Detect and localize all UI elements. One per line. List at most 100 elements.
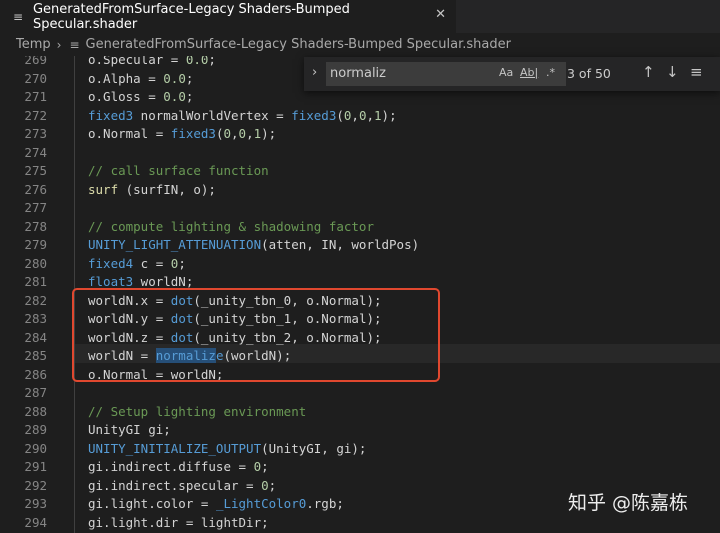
code-token: ; <box>178 255 186 271</box>
breadcrumb: Temp › ≡ GeneratedFromSurface-Legacy Sha… <box>0 33 720 56</box>
code-line[interactable]: 273 o.Normal = fixed3(0,0,1); <box>0 125 720 144</box>
tab-bar: ≡ GeneratedFromSurface-Legacy Shaders-Bu… <box>0 0 720 33</box>
line-number: 291 <box>24 459 47 474</box>
code-token: gi.light.dir = lightDir; <box>88 514 269 530</box>
code-token: fixed3 <box>291 107 337 123</box>
code-token: , <box>231 126 239 141</box>
code-line[interactable]: 289 UnityGI gi; <box>0 421 720 440</box>
code-text: fixed3 normalWorldVertex = fixed3(0,0,1)… <box>88 107 397 126</box>
line-number: 277 <box>24 200 47 215</box>
line-number: 289 <box>24 422 47 437</box>
line-number: 269 <box>24 56 47 67</box>
line-number: 271 <box>24 89 47 104</box>
code-text: // call surface function <box>88 162 269 181</box>
code-token: , <box>246 126 254 141</box>
code-token: fixed3 <box>88 107 134 123</box>
code-token: ); <box>261 126 277 141</box>
code-token: 0 <box>261 477 269 493</box>
code-text: o.Specular = 0.0; <box>88 56 216 70</box>
breadcrumb-file[interactable]: GeneratedFromSurface-Legacy Shaders-Bump… <box>86 37 511 52</box>
tab-title: GeneratedFromSurface-Legacy Shaders-Bump… <box>32 1 350 32</box>
code-token: ; <box>268 477 277 493</box>
code-line[interactable]: 272 fixed3 normalWorldVertex = fixed3(0,0… <box>0 107 720 126</box>
code-token: fixed4 <box>88 255 134 271</box>
code-token: // Setup lighting environment <box>88 403 307 419</box>
code-token: 0.0 <box>163 70 186 86</box>
code-token: gi.indirect.specular = <box>88 477 262 493</box>
code-token: ; <box>185 89 194 104</box>
line-number: 282 <box>24 292 47 308</box>
code-token: _LightColor0 <box>215 496 307 511</box>
code-line[interactable]: 276 surf (surfIN, o); <box>0 181 720 200</box>
annotation-box <box>72 288 440 382</box>
code-text: UnityGI gi; <box>88 421 171 440</box>
match-case-icon[interactable]: Aa <box>499 66 513 79</box>
code-token: float3 <box>88 274 134 289</box>
code-token: ; <box>208 56 216 67</box>
file-lines-icon: ≡ <box>13 9 24 24</box>
code-line[interactable]: 291 gi.indirect.diffuse = 0; <box>0 458 720 477</box>
code-token: , <box>351 107 359 123</box>
editor-tab[interactable]: ≡ GeneratedFromSurface-Legacy Shaders-Bu… <box>0 0 456 33</box>
code-token: 1 <box>374 107 382 123</box>
line-number: 293 <box>24 496 47 511</box>
code-token: UNITY_INITIALIZE_OUTPUT <box>88 440 262 456</box>
code-token: 0.0 <box>185 56 209 67</box>
line-number: 284 <box>24 329 47 345</box>
line-number: 288 <box>24 403 47 419</box>
code-line[interactable]: 280 fixed4 c = 0; <box>0 255 720 274</box>
line-number: 280 <box>24 255 47 271</box>
code-text: gi.indirect.specular = 0; <box>88 477 276 496</box>
find-widget: › normaliz Aa Ab| .* 3 of 50 ↑ ↓ ≡ <box>304 57 720 91</box>
code-line[interactable]: 287 <box>0 384 720 403</box>
line-number: 285 <box>24 348 47 363</box>
code-token: 0.0 <box>163 89 186 104</box>
line-number: 294 <box>24 514 47 530</box>
watermark: 知乎 @陈嘉栋 <box>568 492 689 514</box>
code-token: ; <box>261 459 269 474</box>
code-text: // compute lighting & shadowing factor <box>88 218 374 237</box>
code-text: UNITY_LIGHT_ATTENUATION(atten, IN, world… <box>88 236 419 255</box>
regex-icon[interactable]: .* <box>546 66 555 79</box>
code-text: gi.light.color = _LightColor0.rgb; <box>88 495 344 514</box>
code-line[interactable]: 294 gi.light.dir = lightDir; <box>0 514 720 533</box>
code-token: o.Alpha = <box>88 70 164 86</box>
line-number: 287 <box>24 385 47 400</box>
code-token: 0 <box>253 459 262 474</box>
code-token: UNITY_LIGHT_ATTENUATION <box>88 237 262 252</box>
code-token: (atten, IN, worldPos) <box>261 237 420 252</box>
code-text: o.Normal = fixed3(0,0,1); <box>88 125 276 144</box>
next-match-icon[interactable]: ↓ <box>666 63 679 81</box>
code-token: (UnityGI, gi); <box>261 440 367 456</box>
code-text: gi.indirect.diffuse = 0; <box>88 458 269 477</box>
code-line[interactable]: 290 UNITY_INITIALIZE_OUTPUT(UnityGI, gi); <box>0 440 720 459</box>
close-icon[interactable]: ✕ <box>435 7 446 22</box>
code-line[interactable]: 279 UNITY_LIGHT_ATTENUATION(atten, IN, wo… <box>0 236 720 255</box>
match-count: 3 of 50 <box>567 66 611 81</box>
whole-word-icon[interactable]: Ab| <box>520 66 538 79</box>
code-token: 1 <box>253 126 262 141</box>
code-token: ( <box>336 107 344 123</box>
code-token: c = <box>133 255 171 271</box>
code-text: fixed4 c = 0; <box>88 255 186 274</box>
chevron-right-icon[interactable]: › <box>312 65 317 80</box>
code-text: gi.light.dir = lightDir; <box>88 514 269 533</box>
find-in-selection-icon[interactable]: ≡ <box>690 63 703 81</box>
code-token: o.Specular = <box>88 56 186 67</box>
code-line[interactable]: 278 // compute lighting & shadowing facto… <box>0 218 720 237</box>
code-line[interactable]: 274 <box>0 144 720 163</box>
code-token: fixed3 <box>170 126 216 141</box>
line-number: 290 <box>24 440 47 456</box>
previous-match-icon[interactable]: ↑ <box>642 63 655 81</box>
code-line[interactable]: 288 // Setup lighting environment <box>0 403 720 422</box>
code-line[interactable]: 275 // call surface function <box>0 162 720 181</box>
code-editor[interactable]: 269 o.Specular = 0.0; 270 o.Alpha = 0.0; 271… <box>0 56 720 533</box>
breadcrumb-folder[interactable]: Temp <box>16 37 51 52</box>
code-token: .rgb; <box>306 496 344 511</box>
line-number: 272 <box>24 107 47 123</box>
code-text: surf (surfIN, o); <box>88 181 216 200</box>
line-number: 275 <box>24 163 47 178</box>
code-line[interactable]: 277 <box>0 199 720 218</box>
code-token: gi.indirect.diffuse = <box>88 459 254 474</box>
code-token: // call surface function <box>88 163 269 178</box>
